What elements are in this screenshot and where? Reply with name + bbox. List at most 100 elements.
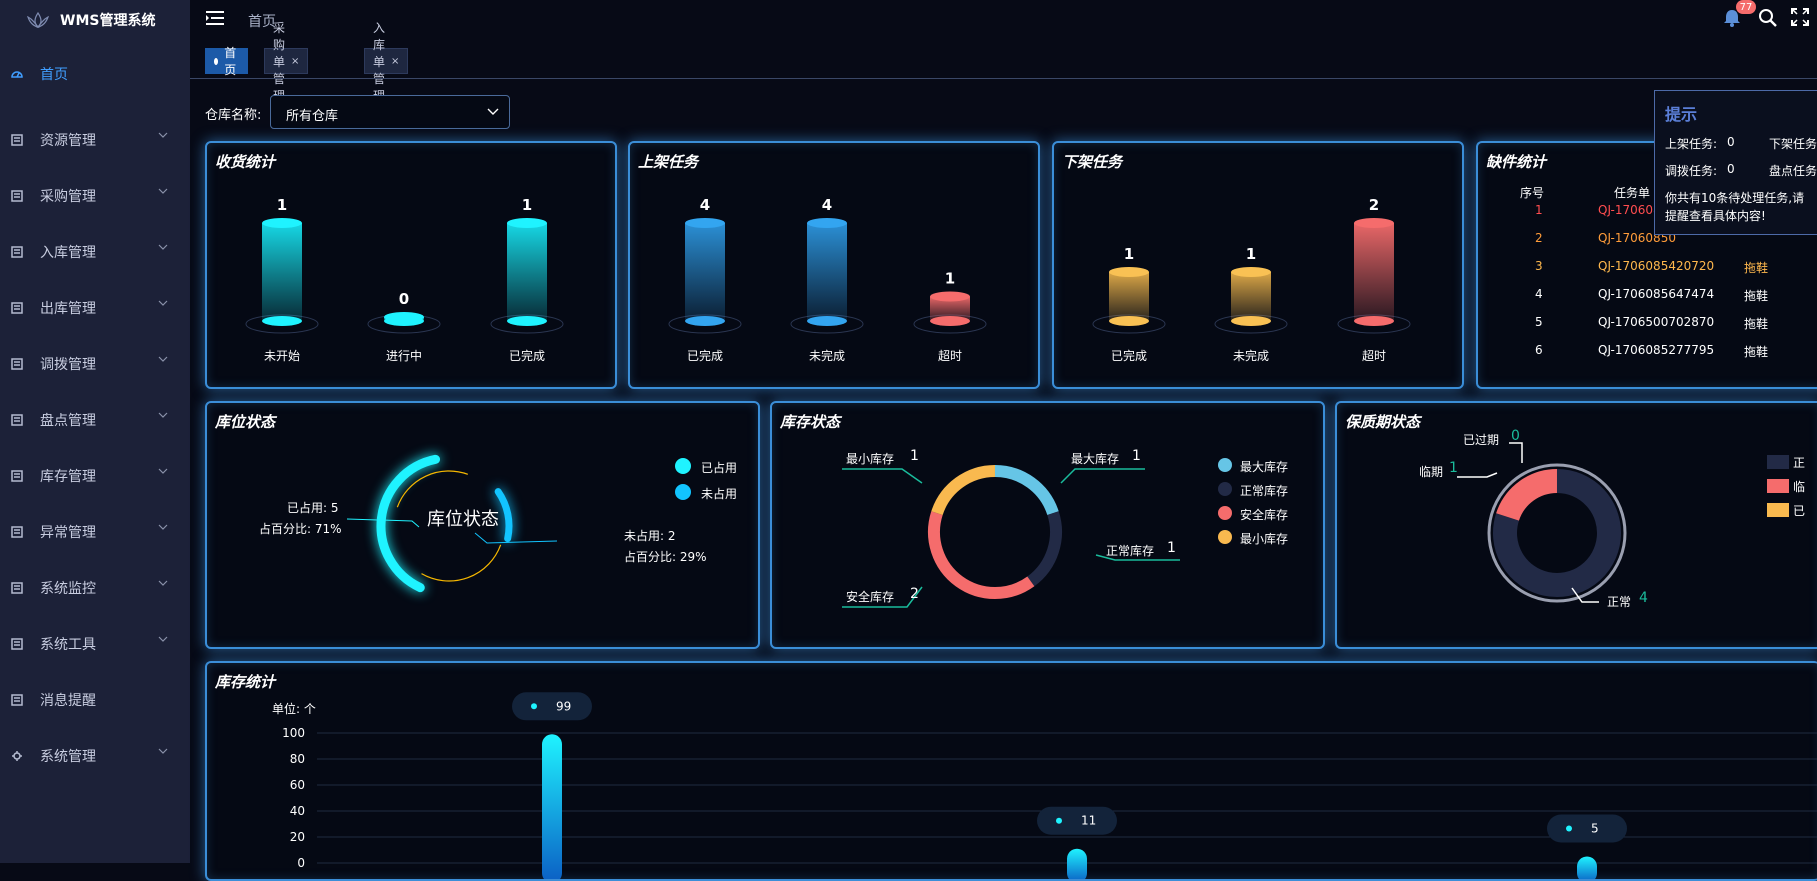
sidebar-item-8[interactable]: 异常管理 <box>0 520 190 544</box>
legend-label-max: 最大库存 <box>1240 460 1289 474</box>
search-icon[interactable] <box>1758 8 1778 28</box>
free-leader-line <box>474 532 558 544</box>
sidebar-item-6[interactable]: 盘点管理 <box>0 408 190 432</box>
bar-top-cap <box>1231 267 1271 277</box>
receiving-stats-card: 收货统计 1 未开始 0 进行中 1 已完成 <box>205 141 617 389</box>
chevron-down-icon <box>158 636 168 642</box>
leader-line-expired <box>1509 442 1523 463</box>
chevron-down-icon <box>158 188 168 194</box>
bar-category-label: 超时 <box>938 348 962 363</box>
bar-value-label: 1 <box>945 270 955 288</box>
legend-label-min: 最小库存 <box>1240 532 1289 546</box>
putaway-tasks-card: 上架任务 4 已完成 4 未完成 1 超时 <box>628 141 1040 389</box>
bar-bottom-cap <box>1354 316 1394 326</box>
bar-category-label: 已完成 <box>1111 348 1147 363</box>
monitor-icon <box>11 582 23 594</box>
notice-message-line1: 你共有10条待处理任务,请 <box>1665 191 1805 205</box>
outbound-icon <box>11 302 23 314</box>
bar-value-label: 4 <box>700 196 710 214</box>
fullscreen-icon[interactable] <box>1791 8 1809 26</box>
legend-swatch-expired <box>1767 503 1789 517</box>
bar-category-label: 未开始 <box>264 349 300 363</box>
notice-transfer-value: 0 <box>1727 162 1735 176</box>
close-icon[interactable]: × <box>291 56 299 67</box>
chevron-down-icon <box>158 412 168 418</box>
breadcrumb[interactable]: 首页 <box>248 11 276 31</box>
sidebar-item-7[interactable]: 库存管理 <box>0 464 190 488</box>
leader-line-near <box>1457 472 1498 478</box>
bar-top-cap <box>807 218 847 228</box>
close-icon[interactable]: × <box>391 56 399 67</box>
bar-value-label: 0 <box>399 290 409 308</box>
bar-1 <box>1231 272 1271 321</box>
sidebar-item-4[interactable]: 出库管理 <box>0 296 190 320</box>
notification-badge: 77 <box>1736 0 1756 14</box>
sidebar-item-2[interactable]: 采购管理 <box>0 184 190 208</box>
label-safety-stock: 安全库存 <box>846 590 895 604</box>
bar-value-label: 99 <box>556 699 571 713</box>
chevron-down-icon <box>158 132 168 138</box>
tab-purchase-orders[interactable]: 采购单管理 × <box>264 21 309 103</box>
sidebar-item-9[interactable]: 系统监控 <box>0 576 190 600</box>
chevron-down-icon <box>158 524 168 530</box>
tab-label: 首页 <box>224 46 237 77</box>
bar-value-label: 5 <box>1591 822 1599 836</box>
row-number: 1 <box>1535 203 1543 217</box>
menu-toggle-icon[interactable] <box>206 10 224 26</box>
label-normal-stock: 正常库存 <box>1106 544 1155 558</box>
legend-swatch-near <box>1767 479 1789 493</box>
bar-category-label: 已完成 <box>687 348 723 363</box>
bar-top-cap <box>685 218 725 228</box>
legend-label-safety: 安全库存 <box>1240 508 1289 522</box>
tab-inbound-orders[interactable]: 入库单管理 × <box>364 21 409 103</box>
sidebar-item-label: 资源管理 <box>40 133 96 149</box>
notice-check-label: 盘点任务 <box>1769 164 1817 178</box>
occupied-count-label: 已占用: 5 <box>287 501 339 515</box>
tab-home[interactable]: 首页 <box>205 46 249 77</box>
sidebar-item-11[interactable]: 消息提醒 <box>0 688 190 712</box>
stock-status-card: 库存状态 最小库存 1 最大库存 1 正常库存 1 安全库存 2 最大库存 正常… <box>770 401 1325 649</box>
bar-value-label: 1 <box>522 196 532 214</box>
chevron-down-icon <box>158 244 168 250</box>
label-min-stock: 最小库存 <box>846 452 895 466</box>
y-tick-label: 40 <box>290 804 305 818</box>
sidebar-item-label: 系统监控 <box>40 581 96 597</box>
sidebar-item-12[interactable]: 系统管理 <box>0 744 190 768</box>
sidebar-item-5[interactable]: 调拨管理 <box>0 352 190 376</box>
leader-line-min <box>842 468 923 484</box>
row-number: 6 <box>1535 343 1543 357</box>
sidebar-item-10[interactable]: 系统工具 <box>0 632 190 656</box>
warehouse-select[interactable]: 所有仓库 <box>270 95 510 129</box>
sidebar: WMS管理系统 首页资源管理采购管理入库管理出库管理调拨管理盘点管理库存管理异常… <box>0 0 190 863</box>
stock-bar-0 <box>542 734 562 879</box>
legend-dot-occupied <box>675 458 691 474</box>
toolbox-icon <box>11 638 23 650</box>
row-task-id: QJ-1706500702870 <box>1598 315 1715 329</box>
chevron-down-icon <box>158 580 168 586</box>
bar-bottom-cap <box>1109 316 1149 326</box>
sidebar-item-1[interactable]: 资源管理 <box>0 128 190 152</box>
ring-center-label: 库位状态 <box>427 509 499 530</box>
sidebar-item-label: 采购管理 <box>40 189 96 205</box>
legend-dot-safety <box>1218 506 1232 520</box>
value-max-stock: 1 <box>1132 448 1141 464</box>
value-expired: 0 <box>1511 428 1520 444</box>
bar-value-label: 1 <box>1124 245 1134 263</box>
sidebar-item-label: 调拨管理 <box>40 357 96 373</box>
transfer-icon <box>11 358 23 370</box>
sidebar-item-label: 系统管理 <box>40 749 96 765</box>
y-tick-label: 0 <box>297 856 305 870</box>
notice-picking-label: 下架任务 <box>1769 137 1817 151</box>
sidebar-item-3[interactable]: 入库管理 <box>0 240 190 264</box>
label-max-stock: 最大库存 <box>1071 452 1120 466</box>
value-normal: 4 <box>1639 590 1648 606</box>
bar-value-label: 11 <box>1081 814 1096 828</box>
bar-bottom-cap <box>930 316 970 326</box>
legend-dot-free <box>675 484 691 500</box>
row-item-name: 拖鞋 <box>1744 317 1769 331</box>
legend-label-near: 临 <box>1793 480 1806 494</box>
app-title: WMS管理系统 <box>60 13 156 29</box>
sidebar-item-0[interactable]: 首页 <box>0 62 190 86</box>
bar-value-label: 4 <box>822 196 832 214</box>
label-expired: 已过期 <box>1463 433 1500 447</box>
